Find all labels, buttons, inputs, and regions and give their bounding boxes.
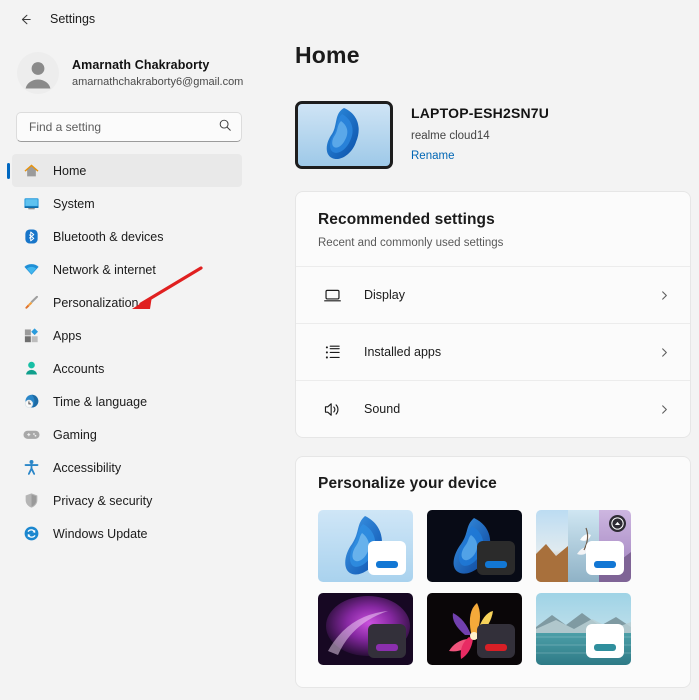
sidebar-item-label: Accounts — [53, 361, 105, 376]
sidebar-item-label: Personalization — [53, 295, 139, 310]
sidebar-item-time-language[interactable]: Time & language — [12, 385, 242, 418]
person-avatar-icon — [17, 52, 59, 94]
theme-widget-preview — [368, 541, 406, 575]
apps-icon — [23, 327, 40, 344]
gamepad-icon — [23, 426, 40, 443]
theme-option-sunrise-lake[interactable] — [536, 593, 631, 665]
account-card[interactable]: Amarnath Chakraborty amarnathchakraborty… — [0, 38, 262, 106]
search-icon[interactable] — [218, 118, 232, 137]
device-name: LAPTOP-ESH2SN7U — [411, 105, 550, 122]
account-name: Amarnath Chakraborty — [72, 57, 210, 72]
wifi-icon — [23, 261, 40, 278]
theme-sync-badge-icon — [609, 515, 626, 532]
theme-accent-pill — [485, 561, 507, 568]
recommended-row-installed-apps[interactable]: Installed apps — [296, 323, 690, 380]
theme-option-flow-landscape-triptych[interactable] — [536, 510, 631, 582]
recommended-row-label: Installed apps — [364, 345, 442, 359]
sidebar-nav: Home System Bluetooth & devices Network … — [0, 154, 262, 550]
shield-icon — [23, 492, 40, 509]
search-box[interactable] — [16, 112, 242, 142]
list-apps-icon — [322, 342, 342, 362]
main-content: Home LAPTOP-ESH2SN7U realme cloud14 Rena… — [262, 0, 699, 700]
sidebar-item-privacy-security[interactable]: Privacy & security — [12, 484, 242, 517]
sidebar-item-label: Bluetooth & devices — [53, 229, 164, 244]
home-icon — [23, 162, 40, 179]
monitor-icon — [23, 195, 40, 212]
theme-widget-preview — [477, 624, 515, 658]
recommended-settings-card: Recommended settings Recent and commonly… — [295, 191, 691, 438]
sidebar-item-system[interactable]: System — [12, 187, 242, 220]
account-email: amarnathchakraborty6@gmail.com — [72, 75, 244, 88]
device-summary: LAPTOP-ESH2SN7U realme cloud14 Rename — [295, 101, 699, 169]
recommended-row-label: Sound — [364, 402, 401, 416]
sidebar-item-network-internet[interactable]: Network & internet — [12, 253, 242, 286]
recommended-header: Recommended settings Recent and commonly… — [296, 192, 690, 266]
search-input[interactable] — [29, 120, 212, 134]
sidebar-item-gaming[interactable]: Gaming — [12, 418, 242, 451]
theme-accent-pill — [594, 561, 616, 568]
chevron-right-icon[interactable] — [659, 290, 670, 301]
theme-option-windows-dark-bloom[interactable] — [427, 510, 522, 582]
settings-window: Settings Amarnath Chakraborty amarnathch… — [0, 0, 699, 700]
sidebar-item-apps[interactable]: Apps — [12, 319, 242, 352]
personalize-title: Personalize your device — [318, 475, 497, 492]
chevron-right-icon[interactable] — [659, 404, 670, 415]
paintbrush-icon — [23, 294, 40, 311]
theme-option-captured-motion-flower[interactable] — [427, 593, 522, 665]
sidebar-item-label: Windows Update — [53, 526, 148, 541]
sidebar-item-windows-update[interactable]: Windows Update — [12, 517, 242, 550]
theme-widget-preview — [586, 541, 624, 575]
search-container — [0, 106, 262, 142]
accessibility-icon — [23, 459, 40, 476]
rename-link[interactable]: Rename — [411, 149, 454, 163]
sidebar-item-label: Gaming — [53, 427, 97, 442]
theme-widget-preview — [368, 624, 406, 658]
recommended-title: Recommended settings — [318, 211, 495, 228]
bluetooth-icon — [23, 228, 40, 245]
sidebar-item-label: Accessibility — [53, 460, 122, 475]
sidebar-item-label: Privacy & security — [53, 493, 153, 508]
speaker-sound-icon — [322, 399, 342, 419]
theme-option-windows-light-bloom[interactable] — [318, 510, 413, 582]
page-title: Home — [295, 42, 360, 68]
sidebar-item-label: Time & language — [53, 394, 148, 409]
recommended-subtitle: Recent and commonly used settings — [318, 237, 504, 249]
display-monitor-icon — [322, 285, 342, 305]
theme-accent-pill — [485, 644, 507, 651]
theme-widget-preview — [586, 624, 624, 658]
theme-option-glow-purple[interactable] — [318, 593, 413, 665]
sidebar-item-home[interactable]: Home — [12, 154, 242, 187]
recommended-row-label: Display — [364, 288, 405, 302]
sidebar-item-bluetooth-devices[interactable]: Bluetooth & devices — [12, 220, 242, 253]
device-info: LAPTOP-ESH2SN7U realme cloud14 Rename — [411, 105, 549, 165]
recommended-row-sound[interactable]: Sound — [296, 380, 690, 437]
sidebar-item-accounts[interactable]: Accounts — [12, 352, 242, 385]
sidebar-item-label: System — [53, 196, 95, 211]
recommended-row-display[interactable]: Display — [296, 266, 690, 323]
title-bar: Settings — [0, 0, 262, 38]
window-title: Settings — [50, 12, 96, 26]
theme-accent-pill — [376, 644, 398, 651]
theme-grid — [318, 510, 668, 665]
device-model: realme cloud14 — [411, 129, 490, 142]
theme-accent-pill — [376, 561, 398, 568]
account-person-icon — [23, 360, 40, 377]
account-text: Amarnath Chakraborty amarnathchakraborty… — [72, 57, 243, 90]
theme-accent-pill — [594, 644, 616, 651]
sidebar-item-personalization[interactable]: Personalization — [12, 286, 242, 319]
theme-widget-preview — [477, 541, 515, 575]
chevron-right-icon[interactable] — [659, 347, 670, 358]
tablet-wallpaper-thumbnail — [295, 101, 393, 169]
sidebar-item-label: Network & internet — [53, 262, 156, 277]
sidebar: Settings Amarnath Chakraborty amarnathch… — [0, 0, 262, 700]
sidebar-item-label: Apps — [53, 328, 82, 343]
update-refresh-icon — [23, 525, 40, 542]
sidebar-item-accessibility[interactable]: Accessibility — [12, 451, 242, 484]
sidebar-item-label: Home — [53, 163, 87, 178]
personalize-device-card: Personalize your device — [295, 456, 691, 688]
back-arrow-icon[interactable] — [14, 8, 36, 30]
clock-globe-icon — [23, 393, 40, 410]
